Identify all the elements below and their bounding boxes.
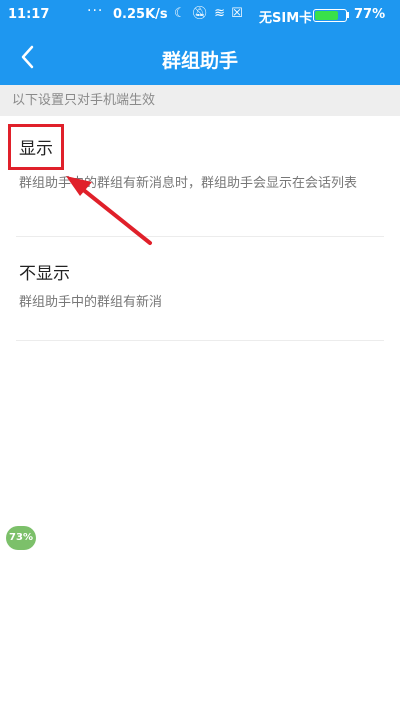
status-bar: 11:17 ··· 0.25K/s ☾🔕︎≋☒ 无SIM卡 77% — [0, 0, 400, 30]
option-show-description: 群组助手中的群组有新消息时，群组助手会显示在会话列表 — [19, 176, 358, 191]
navigation-bar: 群组助手 — [0, 30, 400, 85]
divider — [16, 236, 384, 237]
battery-tip — [347, 12, 349, 18]
option-hide-label: 不显示 — [19, 264, 70, 284]
no-sim-icon: ☒ — [231, 6, 249, 21]
highlight-box — [8, 124, 64, 170]
floating-badge[interactable]: 73% — [6, 526, 36, 550]
status-icons: ☾🔕︎≋☒ — [174, 6, 249, 21]
divider — [16, 340, 384, 341]
page-title: 群组助手 — [161, 50, 238, 72]
status-time: 11:17 — [8, 7, 50, 22]
wifi-icon: ≋ — [214, 6, 232, 21]
option-hide-description: 群组助手中的群组有新消 — [19, 295, 163, 310]
settings-hint: 以下设置只对手机端生效 — [0, 85, 400, 116]
network-speed: 0.25K/s — [113, 7, 168, 22]
bell-off-icon: 🔕︎ — [191, 6, 215, 21]
notification-dots: ··· — [87, 3, 104, 19]
battery-fill — [315, 11, 338, 20]
battery-percent: 77% — [354, 7, 386, 22]
option-hide[interactable]: 不显示 群组助手中的群组有新消 — [0, 240, 400, 340]
carrier-label: 无SIM卡 — [259, 11, 313, 26]
moon-icon: ☾ — [174, 6, 192, 21]
battery-icon — [313, 9, 347, 22]
